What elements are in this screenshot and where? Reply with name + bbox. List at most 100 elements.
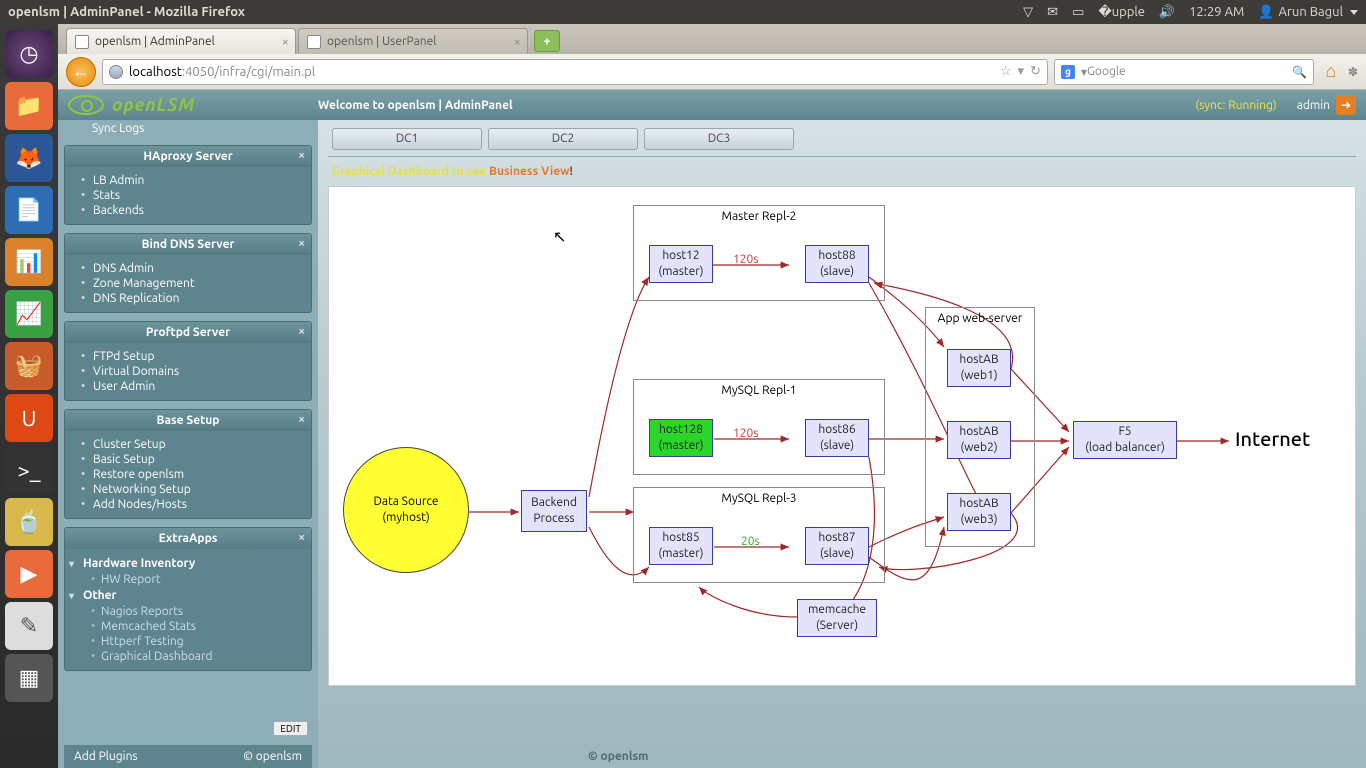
search-placeholder: Google — [1087, 65, 1126, 78]
sidebar-item[interactable]: Httperf Testing — [65, 634, 311, 649]
writer-icon[interactable]: 📄 — [5, 186, 53, 234]
sidebar-item[interactable]: User Admin — [65, 379, 311, 394]
sidebar-item[interactable]: Restore openlsm — [65, 467, 311, 482]
current-user: admin — [1297, 99, 1330, 112]
sidebar-item[interactable]: Backends — [65, 203, 311, 218]
sidebar-group[interactable]: Hardware Inventory — [65, 555, 311, 572]
panel-title: HAproxy Server — [143, 150, 232, 163]
addon-icon[interactable]: ✽ — [1348, 65, 1358, 79]
node-web1: hostAB(web1) — [947, 349, 1011, 387]
collapse-icon[interactable]: × — [298, 413, 305, 426]
sidebar-group[interactable]: Other — [65, 587, 311, 604]
network-icon[interactable]: �upple — [1098, 5, 1145, 20]
sidebar-item[interactable]: Virtual Domains — [65, 364, 311, 379]
sidebar-item[interactable]: Graphical Dashboard — [65, 649, 311, 664]
battery-icon[interactable]: ▭ — [1072, 5, 1084, 20]
add-plugins-link[interactable]: Add Plugins — [74, 750, 138, 763]
node-host85: host85(master) — [649, 527, 713, 565]
terminal-icon[interactable]: >_ — [5, 446, 53, 494]
tab-dc3[interactable]: DC3 — [644, 128, 794, 150]
os-titlebar: openlsm | AdminPanel - Mozilla Firefox ▽… — [0, 0, 1366, 24]
node-web2: hostAB(web2) — [947, 421, 1011, 459]
search-input[interactable]: g▾ Google🔍 — [1054, 59, 1314, 85]
files-icon[interactable]: 📁 — [5, 82, 53, 130]
sync-status: (sync: Running) — [1195, 99, 1276, 112]
clock[interactable]: 12:29 AM — [1189, 5, 1244, 19]
sidebar-item[interactable]: Stats — [65, 188, 311, 203]
tab-user[interactable]: openlsm | UserPanel× — [298, 28, 528, 54]
editor-icon[interactable]: ✎ — [5, 602, 53, 650]
vlc-icon[interactable]: ▽ — [1023, 5, 1033, 20]
user-menu[interactable]: 👤 Arun Bagul — [1258, 5, 1358, 20]
feed-icon[interactable]: ☆ — [1000, 64, 1012, 79]
sidebar-item[interactable]: Basic Setup — [65, 452, 311, 467]
back-button[interactable]: ← — [66, 57, 96, 87]
node-host12: host12(master) — [649, 245, 713, 283]
main-content: DC1 DC2 DC3 Graphical Dashboard to see B… — [318, 120, 1366, 768]
sidebar-item[interactable]: Networking Setup — [65, 482, 311, 497]
system-tray: ▽ ✉ ▭ �upple 🔊 12:29 AM 👤 Arun Bagul — [1023, 5, 1358, 20]
close-icon[interactable]: × — [282, 35, 289, 49]
favicon-icon — [75, 35, 89, 49]
collapse-icon[interactable]: × — [298, 149, 305, 162]
reload-icon[interactable]: ↻ — [1030, 64, 1041, 79]
copyright: © openlsm — [243, 750, 302, 763]
group-title: MySQL Repl-3 — [634, 492, 884, 505]
sidebar-item[interactable]: Zone Management — [65, 276, 311, 291]
workspace-icon[interactable]: ▦ — [5, 654, 53, 702]
collapse-icon[interactable]: × — [298, 325, 305, 338]
new-tab-button[interactable]: + — [534, 30, 560, 52]
collapse-icon[interactable]: × — [298, 531, 305, 544]
home-icon[interactable]: ⌂ — [1320, 61, 1342, 83]
url-input[interactable]: localhost:4050/infra/cgi/main.pl ☆▾↻ — [102, 59, 1048, 85]
node-web3: hostAB(web3) — [947, 493, 1011, 531]
mail-icon[interactable]: ✉ — [1047, 5, 1058, 20]
tab-dc2[interactable]: DC2 — [488, 128, 638, 150]
close-icon[interactable]: × — [514, 35, 521, 49]
url-toolbar: ← localhost:4050/infra/cgi/main.pl ☆▾↻ g… — [58, 54, 1366, 90]
sidebar-item[interactable]: HW Report — [65, 572, 311, 587]
panel-proftpd: Proftpd Server × FTPd Setup Virtual Domai… — [64, 321, 312, 401]
sound-icon[interactable]: 🔊 — [1159, 5, 1175, 20]
tab-dc1[interactable]: DC1 — [332, 128, 482, 150]
tab-admin[interactable]: openlsm | AdminPanel× — [66, 28, 296, 54]
logout-icon[interactable]: ➜ — [1336, 95, 1356, 115]
internet-label: Internet — [1235, 427, 1310, 450]
impress-icon[interactable]: 📊 — [5, 238, 53, 286]
sidebar-item-synclogs[interactable]: Sync Logs — [64, 120, 312, 137]
node-datasource: Data Source(myhost) — [343, 447, 469, 573]
sidebar-item[interactable]: DNS Replication — [65, 291, 311, 306]
app-footer: © openlsm — [588, 750, 1356, 768]
vlc-launcher-icon[interactable]: ▶ — [5, 550, 53, 598]
group-title: Master Repl-2 — [634, 210, 884, 223]
sidebar-footer: Add Plugins © openlsm — [64, 745, 312, 768]
sidebar-item[interactable]: Add Nodes/Hosts — [65, 497, 311, 512]
node-backend: BackendProcess — [521, 490, 587, 532]
software-icon[interactable]: 🧺 — [5, 342, 53, 390]
url-path: :4050/infra/cgi/main.pl — [182, 65, 315, 79]
dc-tabs: DC1 DC2 DC3 — [328, 120, 1356, 157]
firefox-icon[interactable]: 🦊 — [5, 134, 53, 182]
sidebar-item[interactable]: FTPd Setup — [65, 349, 311, 364]
collapse-icon[interactable]: × — [298, 237, 305, 250]
edit-button[interactable]: EDIT — [273, 721, 308, 736]
page-title: Welcome to openlsm | AdminPanel — [318, 99, 513, 112]
panel-title: Proftpd Server — [146, 326, 230, 339]
browser-window: openlsm | AdminPanel× openlsm | UserPane… — [58, 24, 1366, 768]
tea-icon[interactable]: 🍵 — [5, 498, 53, 546]
dash-icon[interactable]: ◷ — [5, 30, 53, 78]
sidebar-item[interactable]: Memcached Stats — [65, 619, 311, 634]
sidebar-item[interactable]: LB Admin — [65, 173, 311, 188]
panel-title: ExtraApps — [159, 532, 218, 545]
node-host86: host86(slave) — [805, 419, 869, 457]
calc-icon[interactable]: 📈 — [5, 290, 53, 338]
ubuntu-icon[interactable]: U — [5, 394, 53, 442]
tab-strip: openlsm | AdminPanel× openlsm | UserPane… — [58, 24, 1366, 54]
sidebar-item[interactable]: DNS Admin — [65, 261, 311, 276]
panel-extra: ExtraApps× Hardware Inventory HW Report … — [64, 527, 312, 671]
sidebar-item[interactable]: Nagios Reports — [65, 604, 311, 619]
unity-launcher: ◷ 📁 🦊 📄 📊 📈 🧺 U >_ 🍵 ▶ ✎ ▦ — [0, 24, 58, 768]
sidebar-item[interactable]: Cluster Setup — [65, 437, 311, 452]
group-title: MySQL Repl-1 — [634, 384, 884, 397]
lag-label: 120s — [733, 253, 759, 266]
